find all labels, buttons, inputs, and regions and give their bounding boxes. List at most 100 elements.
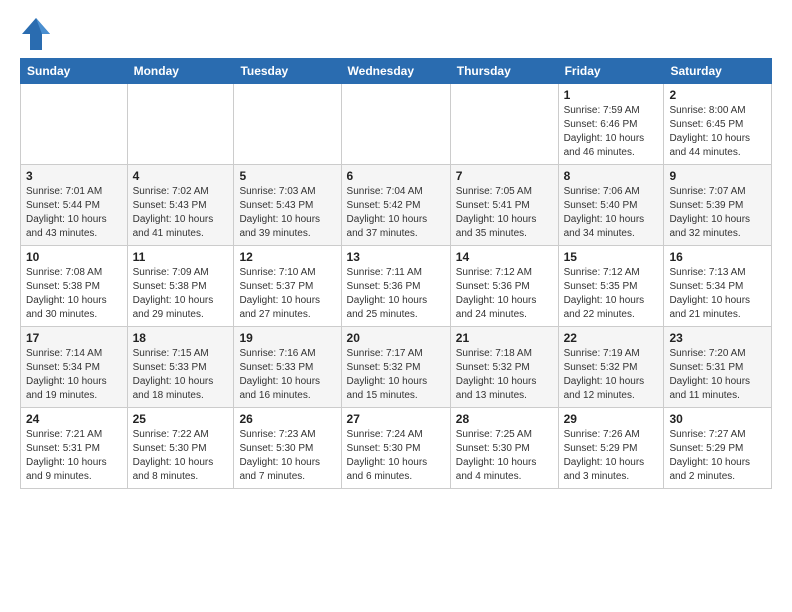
day-number: 7 [456,169,553,183]
calendar-cell: 27 Sunrise: 7:24 AM Sunset: 5:30 PM Dayli… [341,408,450,489]
day-number: 13 [347,250,445,264]
calendar-cell: 4 Sunrise: 7:02 AM Sunset: 5:43 PM Daylig… [127,165,234,246]
calendar-cell [341,84,450,165]
day-info-text: Sunrise: 7:02 AM Sunset: 5:43 PM Dayligh… [133,185,229,241]
day-info-text: Sunrise: 7:19 AM Sunset: 5:32 PM Dayligh… [564,347,659,403]
day-info-text: Sunrise: 7:12 AM Sunset: 5:35 PM Dayligh… [564,266,659,322]
calendar-cell: 11 Sunrise: 7:09 AM Sunset: 5:38 PM Dayli… [127,246,234,327]
page: Sunday Monday Tuesday Wednesday Thursday… [0,0,792,499]
logo [20,16,56,52]
day-number: 6 [347,169,445,183]
day-info-text: Sunrise: 7:15 AM Sunset: 5:33 PM Dayligh… [133,347,229,403]
day-number: 22 [564,331,659,345]
calendar-cell: 16 Sunrise: 7:13 AM Sunset: 5:34 PM Dayli… [664,246,772,327]
day-info-text: Sunrise: 7:22 AM Sunset: 5:30 PM Dayligh… [133,428,229,484]
day-info-text: Sunrise: 7:27 AM Sunset: 5:29 PM Dayligh… [669,428,766,484]
header-monday: Monday [127,59,234,84]
calendar-cell: 17 Sunrise: 7:14 AM Sunset: 5:34 PM Dayli… [21,327,128,408]
day-number: 24 [26,412,122,426]
calendar-header-row: Sunday Monday Tuesday Wednesday Thursday… [21,59,772,84]
day-info-text: Sunrise: 7:26 AM Sunset: 5:29 PM Dayligh… [564,428,659,484]
calendar-cell: 22 Sunrise: 7:19 AM Sunset: 5:32 PM Dayli… [558,327,664,408]
calendar-week-row: 1 Sunrise: 7:59 AM Sunset: 6:46 PM Daylig… [21,84,772,165]
header [20,16,772,52]
day-number: 14 [456,250,553,264]
day-number: 28 [456,412,553,426]
calendar-cell [450,84,558,165]
day-info-text: Sunrise: 7:23 AM Sunset: 5:30 PM Dayligh… [239,428,335,484]
calendar-week-row: 3Sunrise: 7:01 AM Sunset: 5:44 PM Daylig… [21,165,772,246]
day-info-text: Sunrise: 7:09 AM Sunset: 5:38 PM Dayligh… [133,266,229,322]
day-info-text: Sunrise: 7:03 AM Sunset: 5:43 PM Dayligh… [239,185,335,241]
header-tuesday: Tuesday [234,59,341,84]
day-number: 8 [564,169,659,183]
calendar-cell: 19 Sunrise: 7:16 AM Sunset: 5:33 PM Dayli… [234,327,341,408]
day-info-text: Sunrise: 8:00 AM Sunset: 6:45 PM Dayligh… [669,104,766,160]
day-number: 17 [26,331,122,345]
calendar-cell: 25 Sunrise: 7:22 AM Sunset: 5:30 PM Dayli… [127,408,234,489]
day-number: 19 [239,331,335,345]
day-info-text: Sunrise: 7:18 AM Sunset: 5:32 PM Dayligh… [456,347,553,403]
day-number: 25 [133,412,229,426]
calendar-cell: 12 Sunrise: 7:10 AM Sunset: 5:37 PM Dayli… [234,246,341,327]
calendar-cell: 13 Sunrise: 7:11 AM Sunset: 5:36 PM Dayli… [341,246,450,327]
day-info-text: Sunrise: 7:07 AM Sunset: 5:39 PM Dayligh… [669,185,766,241]
day-number: 29 [564,412,659,426]
calendar-cell: 26 Sunrise: 7:23 AM Sunset: 5:30 PM Dayli… [234,408,341,489]
day-number: 20 [347,331,445,345]
calendar-cell: 5 Sunrise: 7:03 AM Sunset: 5:43 PM Daylig… [234,165,341,246]
day-info-text: Sunrise: 7:17 AM Sunset: 5:32 PM Dayligh… [347,347,445,403]
calendar-cell: 8Sunrise: 7:06 AM Sunset: 5:40 PM Daylig… [558,165,664,246]
calendar-cell: 29 Sunrise: 7:26 AM Sunset: 5:29 PM Dayli… [558,408,664,489]
day-info-text: Sunrise: 7:16 AM Sunset: 5:33 PM Dayligh… [239,347,335,403]
calendar-cell [234,84,341,165]
day-number: 26 [239,412,335,426]
calendar-cell [127,84,234,165]
day-info-text: Sunrise: 7:14 AM Sunset: 5:34 PM Dayligh… [26,347,122,403]
logo-bird-icon [20,16,52,52]
calendar-cell: 18Sunrise: 7:15 AM Sunset: 5:33 PM Dayli… [127,327,234,408]
day-number: 11 [133,250,229,264]
calendar-cell [21,84,128,165]
calendar-cell: 20 Sunrise: 7:17 AM Sunset: 5:32 PM Dayli… [341,327,450,408]
day-info-text: Sunrise: 7:12 AM Sunset: 5:36 PM Dayligh… [456,266,553,322]
calendar-cell: 21 Sunrise: 7:18 AM Sunset: 5:32 PM Dayli… [450,327,558,408]
calendar-cell: 10Sunrise: 7:08 AM Sunset: 5:38 PM Dayli… [21,246,128,327]
day-number: 16 [669,250,766,264]
calendar-cell: 15Sunrise: 7:12 AM Sunset: 5:35 PM Dayli… [558,246,664,327]
day-info-text: Sunrise: 7:11 AM Sunset: 5:36 PM Dayligh… [347,266,445,322]
day-info-text: Sunrise: 7:13 AM Sunset: 5:34 PM Dayligh… [669,266,766,322]
day-info-text: Sunrise: 7:21 AM Sunset: 5:31 PM Dayligh… [26,428,122,484]
header-saturday: Saturday [664,59,772,84]
day-info-text: Sunrise: 7:59 AM Sunset: 6:46 PM Dayligh… [564,104,659,160]
day-info-text: Sunrise: 7:25 AM Sunset: 5:30 PM Dayligh… [456,428,553,484]
header-sunday: Sunday [21,59,128,84]
day-number: 4 [133,169,229,183]
calendar-week-row: 17 Sunrise: 7:14 AM Sunset: 5:34 PM Dayli… [21,327,772,408]
day-number: 3 [26,169,122,183]
day-info-text: Sunrise: 7:05 AM Sunset: 5:41 PM Dayligh… [456,185,553,241]
day-number: 2 [669,88,766,102]
header-thursday: Thursday [450,59,558,84]
day-number: 9 [669,169,766,183]
day-number: 27 [347,412,445,426]
calendar-cell: 1 Sunrise: 7:59 AM Sunset: 6:46 PM Daylig… [558,84,664,165]
calendar-cell: 28 Sunrise: 7:25 AM Sunset: 5:30 PM Dayli… [450,408,558,489]
day-number: 1 [564,88,659,102]
calendar-cell: 2 Sunrise: 8:00 AM Sunset: 6:45 PM Daylig… [664,84,772,165]
header-friday: Friday [558,59,664,84]
day-info-text: Sunrise: 7:24 AM Sunset: 5:30 PM Dayligh… [347,428,445,484]
day-number: 5 [239,169,335,183]
day-info-text: Sunrise: 7:08 AM Sunset: 5:38 PM Dayligh… [26,266,122,322]
day-number: 12 [239,250,335,264]
calendar-table: Sunday Monday Tuesday Wednesday Thursday… [20,58,772,489]
calendar-week-row: 10Sunrise: 7:08 AM Sunset: 5:38 PM Dayli… [21,246,772,327]
calendar-cell: 24 Sunrise: 7:21 AM Sunset: 5:31 PM Dayli… [21,408,128,489]
day-number: 23 [669,331,766,345]
day-info-text: Sunrise: 7:10 AM Sunset: 5:37 PM Dayligh… [239,266,335,322]
day-number: 30 [669,412,766,426]
calendar-cell: 6Sunrise: 7:04 AM Sunset: 5:42 PM Daylig… [341,165,450,246]
day-number: 21 [456,331,553,345]
calendar-cell: 9 Sunrise: 7:07 AM Sunset: 5:39 PM Daylig… [664,165,772,246]
calendar-cell: 30 Sunrise: 7:27 AM Sunset: 5:29 PM Dayli… [664,408,772,489]
